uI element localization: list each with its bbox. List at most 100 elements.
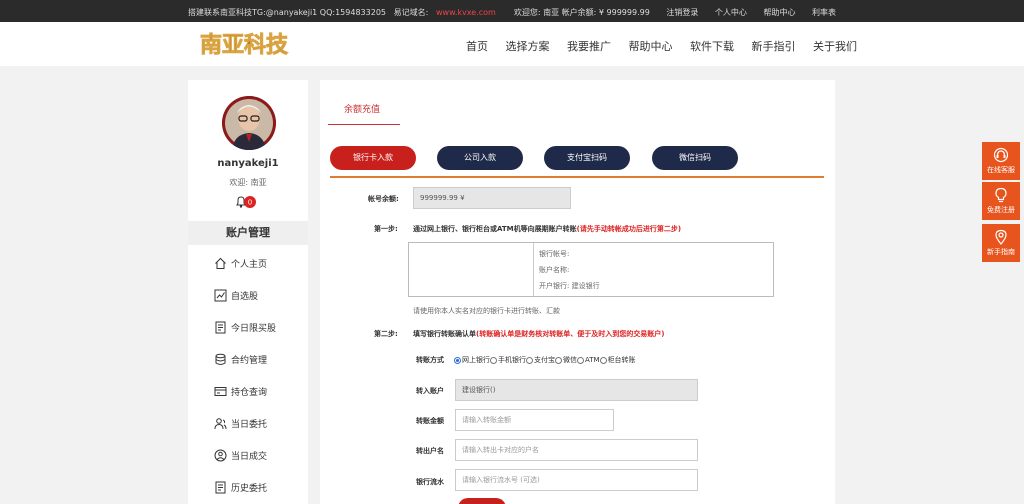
step2-label: 第二步: xyxy=(374,330,398,338)
user-circle-icon xyxy=(214,449,227,461)
radio-label: 手机银行 xyxy=(498,356,526,364)
nav-about[interactable]: 关于我们 xyxy=(813,40,857,53)
to-account-label: 转入账户 xyxy=(416,387,444,395)
online-service-button[interactable]: 在线客服 xyxy=(982,142,1020,180)
radio-label: 支付宝 xyxy=(534,356,555,364)
sidebar-item-label: 合约管理 xyxy=(231,355,268,366)
top-user-links: 欢迎您: 南亚 帐户余额: ¥ 999999.99 注销登录 个人中心 帮助中心… xyxy=(500,7,836,18)
balance-field: 999999.99 ¥ xyxy=(413,187,571,209)
profile-link[interactable]: 个人中心 xyxy=(715,8,747,17)
serial-input[interactable]: 请输入银行流水号 (可选) xyxy=(455,469,698,491)
payer-label: 转出户名 xyxy=(416,447,444,455)
nav-home[interactable]: 首页 xyxy=(466,40,488,53)
balance-text: 欢迎您: 南亚 帐户余额: ¥ 999999.99 xyxy=(513,8,650,17)
submit-button[interactable] xyxy=(458,498,506,504)
sidebar-item-contracts[interactable]: 合约管理 xyxy=(214,351,267,367)
bank-branch-line: 开户银行: 建设银行 xyxy=(539,282,600,290)
nav-download[interactable]: 软件下载 xyxy=(690,40,734,53)
rate-table-link[interactable]: 利率表 xyxy=(812,8,836,17)
sidebar-item-label: 自选股 xyxy=(231,291,259,302)
alipay-scan-button[interactable]: 支付宝扫码 xyxy=(544,146,630,170)
notification-count: 0 xyxy=(248,199,252,207)
sidebar-item-label: 持仓查询 xyxy=(231,387,268,398)
welcome-text: 欢迎: 南亚 xyxy=(229,178,267,187)
company-deposit-button[interactable]: 公司入款 xyxy=(437,146,523,170)
wechat-scan-button[interactable]: 微信扫码 xyxy=(652,146,738,170)
balance-label: 帐号余额: xyxy=(368,195,399,203)
help-link[interactable]: 帮助中心 xyxy=(763,8,795,17)
float-label: 在线客服 xyxy=(987,166,1015,174)
sidebar-item-home[interactable]: 个人主页 xyxy=(214,255,267,271)
sidebar-item-history[interactable]: 历史委托 xyxy=(214,479,267,495)
step1-label: 第一步: xyxy=(374,225,398,233)
chart-icon xyxy=(214,289,227,301)
site-logo[interactable]: 南亚科技 xyxy=(198,28,296,60)
username: nanyakeji1 xyxy=(217,158,279,169)
nav-help[interactable]: 帮助中心 xyxy=(629,40,673,53)
to-account-field: 建设银行() xyxy=(455,379,698,401)
step1-hint: 请使用你本人实名对应的银行卡进行转账、汇款 xyxy=(413,307,560,315)
sidebar-item-watchlist[interactable]: 自选股 xyxy=(214,287,258,303)
account-name-line: 账户名称: xyxy=(539,266,570,274)
radio-label: 柜台转账 xyxy=(607,356,636,364)
bank-account-line: 银行帐号: xyxy=(539,250,570,258)
document-icon xyxy=(215,481,226,493)
tab-recharge[interactable]: 余额充值 xyxy=(344,102,380,115)
recharge-panel: 余额充值 银行卡入款 公司入款 支付宝扫码 微信扫码 帐号余额: 999999.… xyxy=(320,80,835,504)
users-icon xyxy=(214,417,227,429)
transfer-method-group: 网上银行 手机银行 支付宝 微信 ATM 柜台转账 xyxy=(454,355,636,365)
bank-card-button[interactable]: 银行卡入款 xyxy=(330,146,416,170)
nav-guide[interactable]: 新手指引 xyxy=(752,40,796,53)
radio-atm[interactable] xyxy=(577,356,584,364)
sidebar: nanyakeji1 欢迎: 南亚 0 账户管理 个人主页 自选股 今日限买股 … xyxy=(188,80,308,504)
top-contact: 搭建联系南亚科技TG:@nanyakeji1 QQ:1594833205 易记域… xyxy=(188,7,496,18)
radio-alipay[interactable] xyxy=(526,356,533,364)
database-icon xyxy=(215,353,226,365)
radio-wechat[interactable] xyxy=(555,356,562,364)
payer-name-input[interactable]: 请输入转出卡对应的户名 xyxy=(455,439,698,461)
domain-label: 易记域名: xyxy=(393,8,429,17)
method-label: 转账方式 xyxy=(416,356,444,364)
radio-label: 微信 xyxy=(563,356,577,364)
sidebar-item-label: 当日委托 xyxy=(231,419,268,430)
free-register-button[interactable]: 免费注册 xyxy=(982,182,1020,220)
sidebar-item-limit-stocks[interactable]: 今日限买股 xyxy=(214,319,276,335)
sidebar-item-label: 历史委托 xyxy=(231,483,268,494)
sidebar-item-label: 个人主页 xyxy=(231,259,268,270)
header: 南亚科技 首页 选择方案 我要推广 帮助中心 软件下载 新手指引 关于我们 xyxy=(0,22,1024,66)
bell-icon xyxy=(236,196,246,208)
guide-button[interactable]: 新手指南 xyxy=(982,224,1020,262)
step2-instructions: 填写银行转账确认单(转账确认单是财务核对转账单、便于及时入到您的交易账户) xyxy=(413,329,664,339)
sidebar-item-trades[interactable]: 当日成交 xyxy=(214,447,267,463)
sidebar-item-positions[interactable]: 持仓查询 xyxy=(214,383,267,399)
radio-label: ATM xyxy=(585,356,600,364)
headset-icon xyxy=(993,147,1009,163)
tab-underline xyxy=(328,124,400,125)
nav-promote[interactable]: 我要推广 xyxy=(567,40,611,53)
contact-text: 搭建联系南亚科技TG:@nanyakeji1 QQ:1594833205 xyxy=(188,8,386,17)
step2-text: 填写银行转账确认单 xyxy=(413,330,476,338)
main-nav: 首页 选择方案 我要推广 帮助中心 软件下载 新手指引 关于我们 xyxy=(466,38,871,54)
document-icon xyxy=(215,321,226,333)
card-icon xyxy=(214,386,227,396)
notifications[interactable]: 0 xyxy=(234,194,262,210)
radio-mobile-bank[interactable] xyxy=(490,356,497,364)
logo-text: 南亚科技 xyxy=(200,32,289,58)
radio-online-bank[interactable] xyxy=(454,356,461,364)
radio-counter[interactable] xyxy=(599,356,607,364)
serial-label: 银行流水 xyxy=(416,478,444,486)
section-title: 账户管理 xyxy=(188,221,308,245)
nav-plans[interactable]: 选择方案 xyxy=(506,40,550,53)
sidebar-item-label: 当日成交 xyxy=(231,451,268,462)
avatar[interactable] xyxy=(222,96,276,150)
float-label: 新手指南 xyxy=(987,248,1015,256)
bank-info-box: 银行帐号: 账户名称: 开户银行: 建设银行 xyxy=(408,242,774,297)
lightbulb-icon xyxy=(995,187,1007,203)
logout-link[interactable]: 注销登录 xyxy=(666,8,698,17)
sidebar-item-orders[interactable]: 当日委托 xyxy=(214,415,267,431)
top-bar: 搭建联系南亚科技TG:@nanyakeji1 QQ:1594833205 易记域… xyxy=(0,0,1024,22)
radio-label: 网上银行 xyxy=(462,356,490,364)
domain-link[interactable]: www.kvxe.com xyxy=(436,8,496,17)
sidebar-item-label: 今日限买股 xyxy=(231,323,277,334)
amount-input[interactable]: 请输入转账金额 xyxy=(455,409,614,431)
